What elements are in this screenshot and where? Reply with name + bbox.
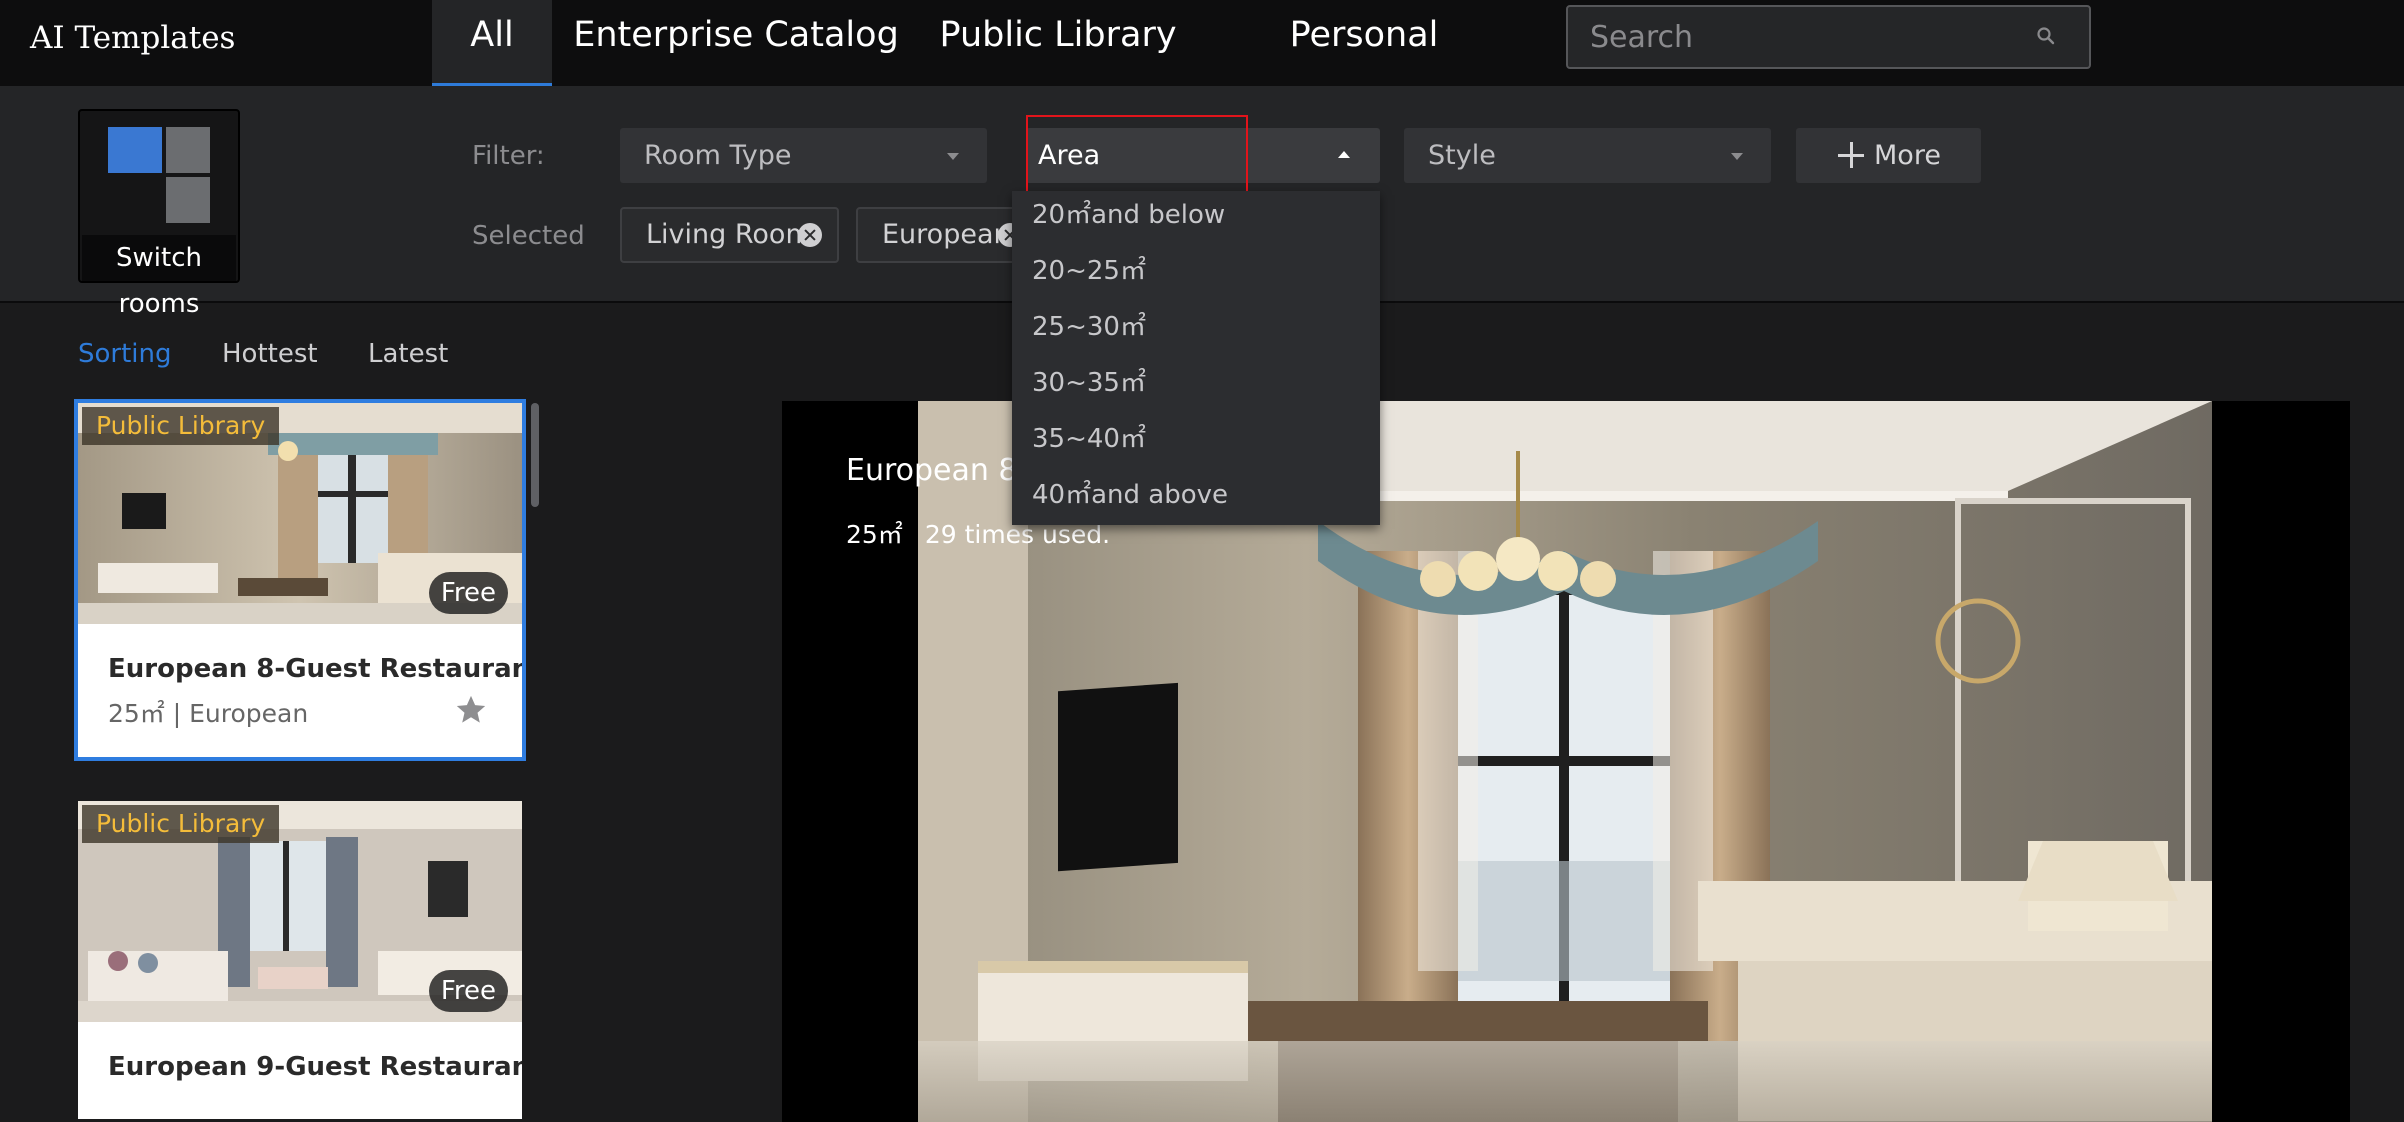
area-option[interactable]: 20~25㎡ [1032,253,1146,289]
area-option[interactable]: 40㎡and above [1032,477,1228,513]
area-option[interactable]: 30~35㎡ [1032,365,1146,401]
card-title: European 8-Guest Restaurant [108,654,522,684]
selected-chip-living-room: Living Room [620,207,839,263]
plus-icon [1838,142,1864,168]
app-title: AI Templates [30,20,236,56]
tab-personal-library[interactable]: Personal Library [1224,0,1504,125]
star-icon[interactable] [454,693,488,727]
area-dropdown-menu: 20㎡and below 20~25㎡ 25~30㎡ 30~35㎡ 35~40㎡… [1012,191,1380,525]
library-badge: Public Library [82,407,280,445]
chevron-down-icon [1731,153,1743,160]
tab-enterprise-catalog[interactable]: Enterprise Catalog [566,0,906,86]
chevron-up-icon [1338,151,1350,158]
area-select[interactable]: Area [1026,128,1380,183]
price-badge: Free [428,970,508,1012]
tab-public-library[interactable]: Public Library [928,0,1188,86]
chip-label: Living Room [646,219,812,250]
card-title: European 9-Guest Restaurant [108,1052,522,1082]
more-filters-label: More [1874,140,1941,171]
sort-latest[interactable]: Latest [368,336,448,372]
switch-rooms-button[interactable]: Switch rooms [78,109,240,319]
search-icon[interactable] [2036,26,2056,46]
sort-default[interactable]: Sorting [78,336,172,372]
list-scrollbar[interactable] [531,403,539,507]
room-layout-icon-tile [166,127,210,173]
switch-rooms-label: Switch rooms [82,235,236,319]
room-type-select-value: Room Type [644,140,792,171]
area-option[interactable]: 25~30㎡ [1032,309,1146,345]
sort-hottest[interactable]: Hottest [222,336,318,372]
price-badge: Free [428,572,508,614]
chip-label: European [882,219,1011,250]
remove-chip-icon[interactable] [798,223,822,247]
selected-chip-european: European [856,207,1026,263]
top-bar: AI Templates All Enterprise Catalog Publ… [0,0,2404,125]
card-meta: 25㎡ | European [108,699,309,728]
tab-all[interactable]: All [432,0,552,86]
room-layout-icon-tile [166,177,210,223]
chevron-down-icon [947,153,959,160]
more-filters-button[interactable]: More [1796,128,1981,183]
preview-area: 25㎡ [846,520,903,549]
style-select-value: Style [1428,140,1496,171]
selected-label: Selected [472,221,585,251]
area-option[interactable]: 35~40㎡ [1032,421,1146,457]
filter-label: Filter: [472,141,545,171]
style-select[interactable]: Style [1404,128,1771,183]
room-type-select[interactable]: Room Type [620,128,987,183]
library-badge: Public Library [82,805,280,843]
search-box[interactable] [1566,5,2091,69]
area-select-value: Area [1038,140,1101,171]
search-input[interactable] [1590,7,2030,67]
area-option[interactable]: 20㎡and below [1032,197,1225,233]
template-card[interactable]: Public Library Free European 8-Guest Res… [74,399,526,761]
template-card[interactable]: Public Library Free European 9-Guest Res… [78,801,522,1119]
room-layout-icon [108,127,162,173]
